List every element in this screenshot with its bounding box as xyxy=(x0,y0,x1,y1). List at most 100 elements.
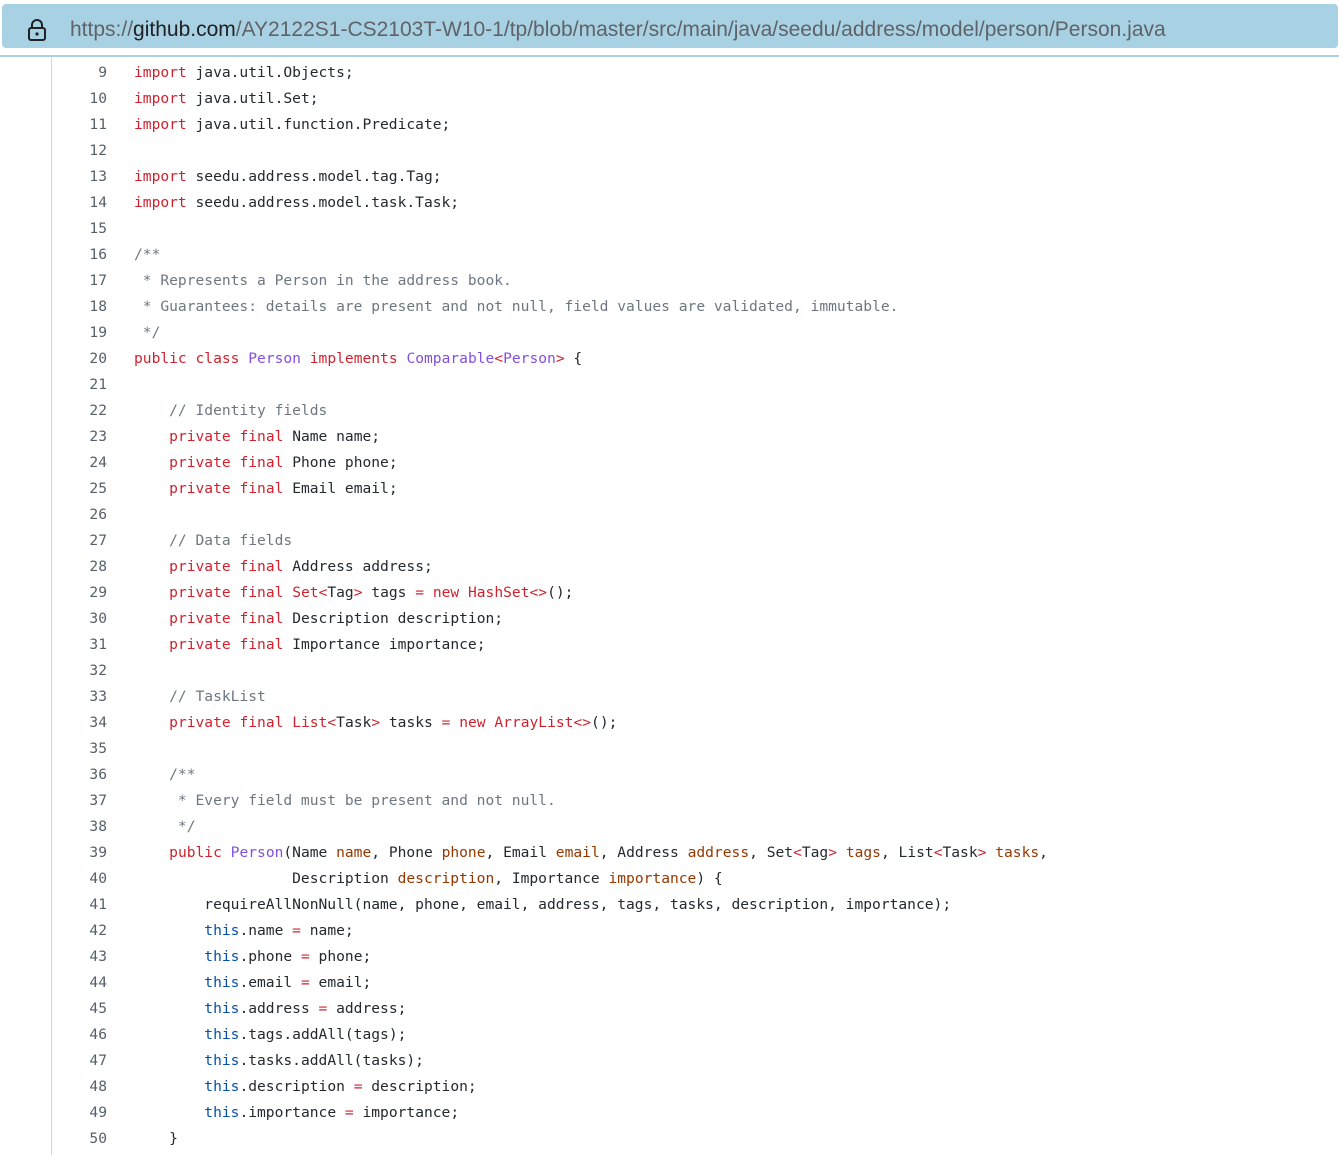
code-line: 31 private final Importance importance; xyxy=(52,632,1339,658)
code-line: 14 import seedu.address.model.task.Task; xyxy=(52,190,1339,216)
line-number[interactable]: 24 xyxy=(52,450,107,476)
code-line: 16 /** xyxy=(52,242,1339,268)
line-number[interactable]: 49 xyxy=(52,1100,107,1126)
code-line: 27 // Data fields xyxy=(52,528,1339,554)
code-line: 15 xyxy=(52,216,1339,242)
line-number[interactable]: 13 xyxy=(52,164,107,190)
line-number[interactable]: 36 xyxy=(52,762,107,788)
code-line: 34 private final List<Task> tasks = new … xyxy=(52,710,1339,736)
line-number[interactable]: 43 xyxy=(52,944,107,970)
code-line: 50 } xyxy=(52,1126,1339,1152)
code-text: this.tags.addAll(tags); xyxy=(204,1026,407,1043)
code-text: import java.util.Set; xyxy=(134,90,319,107)
code-line: 12 xyxy=(52,138,1339,164)
code-line: 43 this.phone = phone; xyxy=(52,944,1339,970)
code-line: 39 public Person(Name name, Phone phone,… xyxy=(52,840,1339,866)
line-number[interactable]: 33 xyxy=(52,684,107,710)
line-number[interactable]: 15 xyxy=(52,216,107,242)
line-number[interactable]: 20 xyxy=(52,346,107,372)
line-number[interactable]: 34 xyxy=(52,710,107,736)
code-text: /** xyxy=(134,766,196,783)
line-number[interactable]: 22 xyxy=(52,398,107,424)
code-line: 45 this.address = address; xyxy=(52,996,1339,1022)
code-text: this.phone = phone; xyxy=(204,948,372,965)
code-text: this.address = address; xyxy=(204,1000,407,1017)
line-number[interactable]: 19 xyxy=(52,320,107,346)
line-number[interactable]: 48 xyxy=(52,1074,107,1100)
line-number[interactable]: 41 xyxy=(52,892,107,918)
line-number[interactable]: 27 xyxy=(52,528,107,554)
code-text: private final Address address; xyxy=(169,558,433,575)
code-line: 44 this.email = email; xyxy=(52,970,1339,996)
code-line: 41 requireAllNonNull(name, phone, email,… xyxy=(52,892,1339,918)
code-line: 25 private final Email email; xyxy=(52,476,1339,502)
code-line: 18 * Guarantees: details are present and… xyxy=(52,294,1339,320)
line-number[interactable]: 26 xyxy=(52,502,107,528)
code-text: private final Description description; xyxy=(169,610,504,627)
line-number[interactable]: 31 xyxy=(52,632,107,658)
code-text: requireAllNonNull(name, phone, email, ad… xyxy=(134,896,952,913)
line-number[interactable]: 46 xyxy=(52,1022,107,1048)
line-number[interactable]: 11 xyxy=(52,112,107,138)
code-text: this.name = name; xyxy=(204,922,354,939)
code-line: 32 xyxy=(52,658,1339,684)
code-line: 37 * Every field must be present and not… xyxy=(52,788,1339,814)
line-number[interactable]: 38 xyxy=(52,814,107,840)
code-viewer: 9 import java.util.Objects; 10 import java.… xyxy=(51,57,1339,1155)
url-text[interactable]: https://github.com/AY2122S1-CS2103T-W10-… xyxy=(70,14,1166,46)
code-line: 19 */ xyxy=(52,320,1339,346)
line-number[interactable]: 12 xyxy=(52,138,107,164)
line-number[interactable]: 9 xyxy=(52,60,107,86)
line-number[interactable]: 32 xyxy=(52,658,107,684)
code-line: 49 this.importance = importance; xyxy=(52,1100,1339,1126)
code-line: 29 private final Set<Tag> tags = new Has… xyxy=(52,580,1339,606)
line-number[interactable]: 21 xyxy=(52,372,107,398)
line-number[interactable]: 50 xyxy=(52,1126,107,1152)
line-number[interactable]: 17 xyxy=(52,268,107,294)
code-line: 22 // Identity fields xyxy=(52,398,1339,424)
address-bar: https://github.com/AY2122S1-CS2103T-W10-… xyxy=(0,0,1339,57)
line-number[interactable]: 39 xyxy=(52,840,107,866)
code-text: private final Phone phone; xyxy=(169,454,398,471)
line-number[interactable]: 14 xyxy=(52,190,107,216)
line-number[interactable]: 44 xyxy=(52,970,107,996)
code-text: Description description, Importance impo… xyxy=(134,870,723,887)
line-number[interactable]: 18 xyxy=(52,294,107,320)
code-text: public Person(Name name, Phone phone, Em… xyxy=(169,844,1048,861)
code-line: 24 private final Phone phone; xyxy=(52,450,1339,476)
code-text: this.tasks.addAll(tasks); xyxy=(204,1052,424,1069)
line-number[interactable]: 47 xyxy=(52,1048,107,1074)
code-text: // Data fields xyxy=(134,532,293,549)
line-number[interactable]: 25 xyxy=(52,476,107,502)
code-text: */ xyxy=(134,818,196,835)
line-number[interactable]: 40 xyxy=(52,866,107,892)
code-line: 42 this.name = name; xyxy=(52,918,1339,944)
code-line: 47 this.tasks.addAll(tasks); xyxy=(52,1048,1339,1074)
line-number[interactable]: 16 xyxy=(52,242,107,268)
code-line: 30 private final Description description… xyxy=(52,606,1339,632)
line-number[interactable]: 37 xyxy=(52,788,107,814)
line-number[interactable]: 29 xyxy=(52,580,107,606)
line-number[interactable]: 23 xyxy=(52,424,107,450)
code-text: private final Set<Tag> tags = new HashSe… xyxy=(169,584,574,601)
url-field[interactable]: https://github.com/AY2122S1-CS2103T-W10-… xyxy=(2,4,1338,48)
line-number[interactable]: 42 xyxy=(52,918,107,944)
code-line: 9 import java.util.Objects; xyxy=(52,60,1339,86)
line-number[interactable]: 28 xyxy=(52,554,107,580)
code-text: } xyxy=(134,1130,178,1147)
code-line: 10 import java.util.Set; xyxy=(52,86,1339,112)
line-number[interactable]: 30 xyxy=(52,606,107,632)
code-text: import java.util.function.Predicate; xyxy=(134,116,451,133)
url-prefix: https:// xyxy=(70,18,134,41)
code-text: */ xyxy=(134,324,161,341)
code-line: 13 import seedu.address.model.tag.Tag; xyxy=(52,164,1339,190)
code-text: * Every field must be present and not nu… xyxy=(134,792,556,809)
code-text: * Represents a Person in the address boo… xyxy=(134,272,512,289)
line-number[interactable]: 45 xyxy=(52,996,107,1022)
code-text: public class Person implements Comparabl… xyxy=(134,350,583,367)
line-number[interactable]: 35 xyxy=(52,736,107,762)
line-number[interactable]: 10 xyxy=(52,86,107,112)
code-text: import seedu.address.model.task.Task; xyxy=(134,194,460,211)
code-line: 11 import java.util.function.Predicate; xyxy=(52,112,1339,138)
lock-icon[interactable] xyxy=(26,18,48,42)
